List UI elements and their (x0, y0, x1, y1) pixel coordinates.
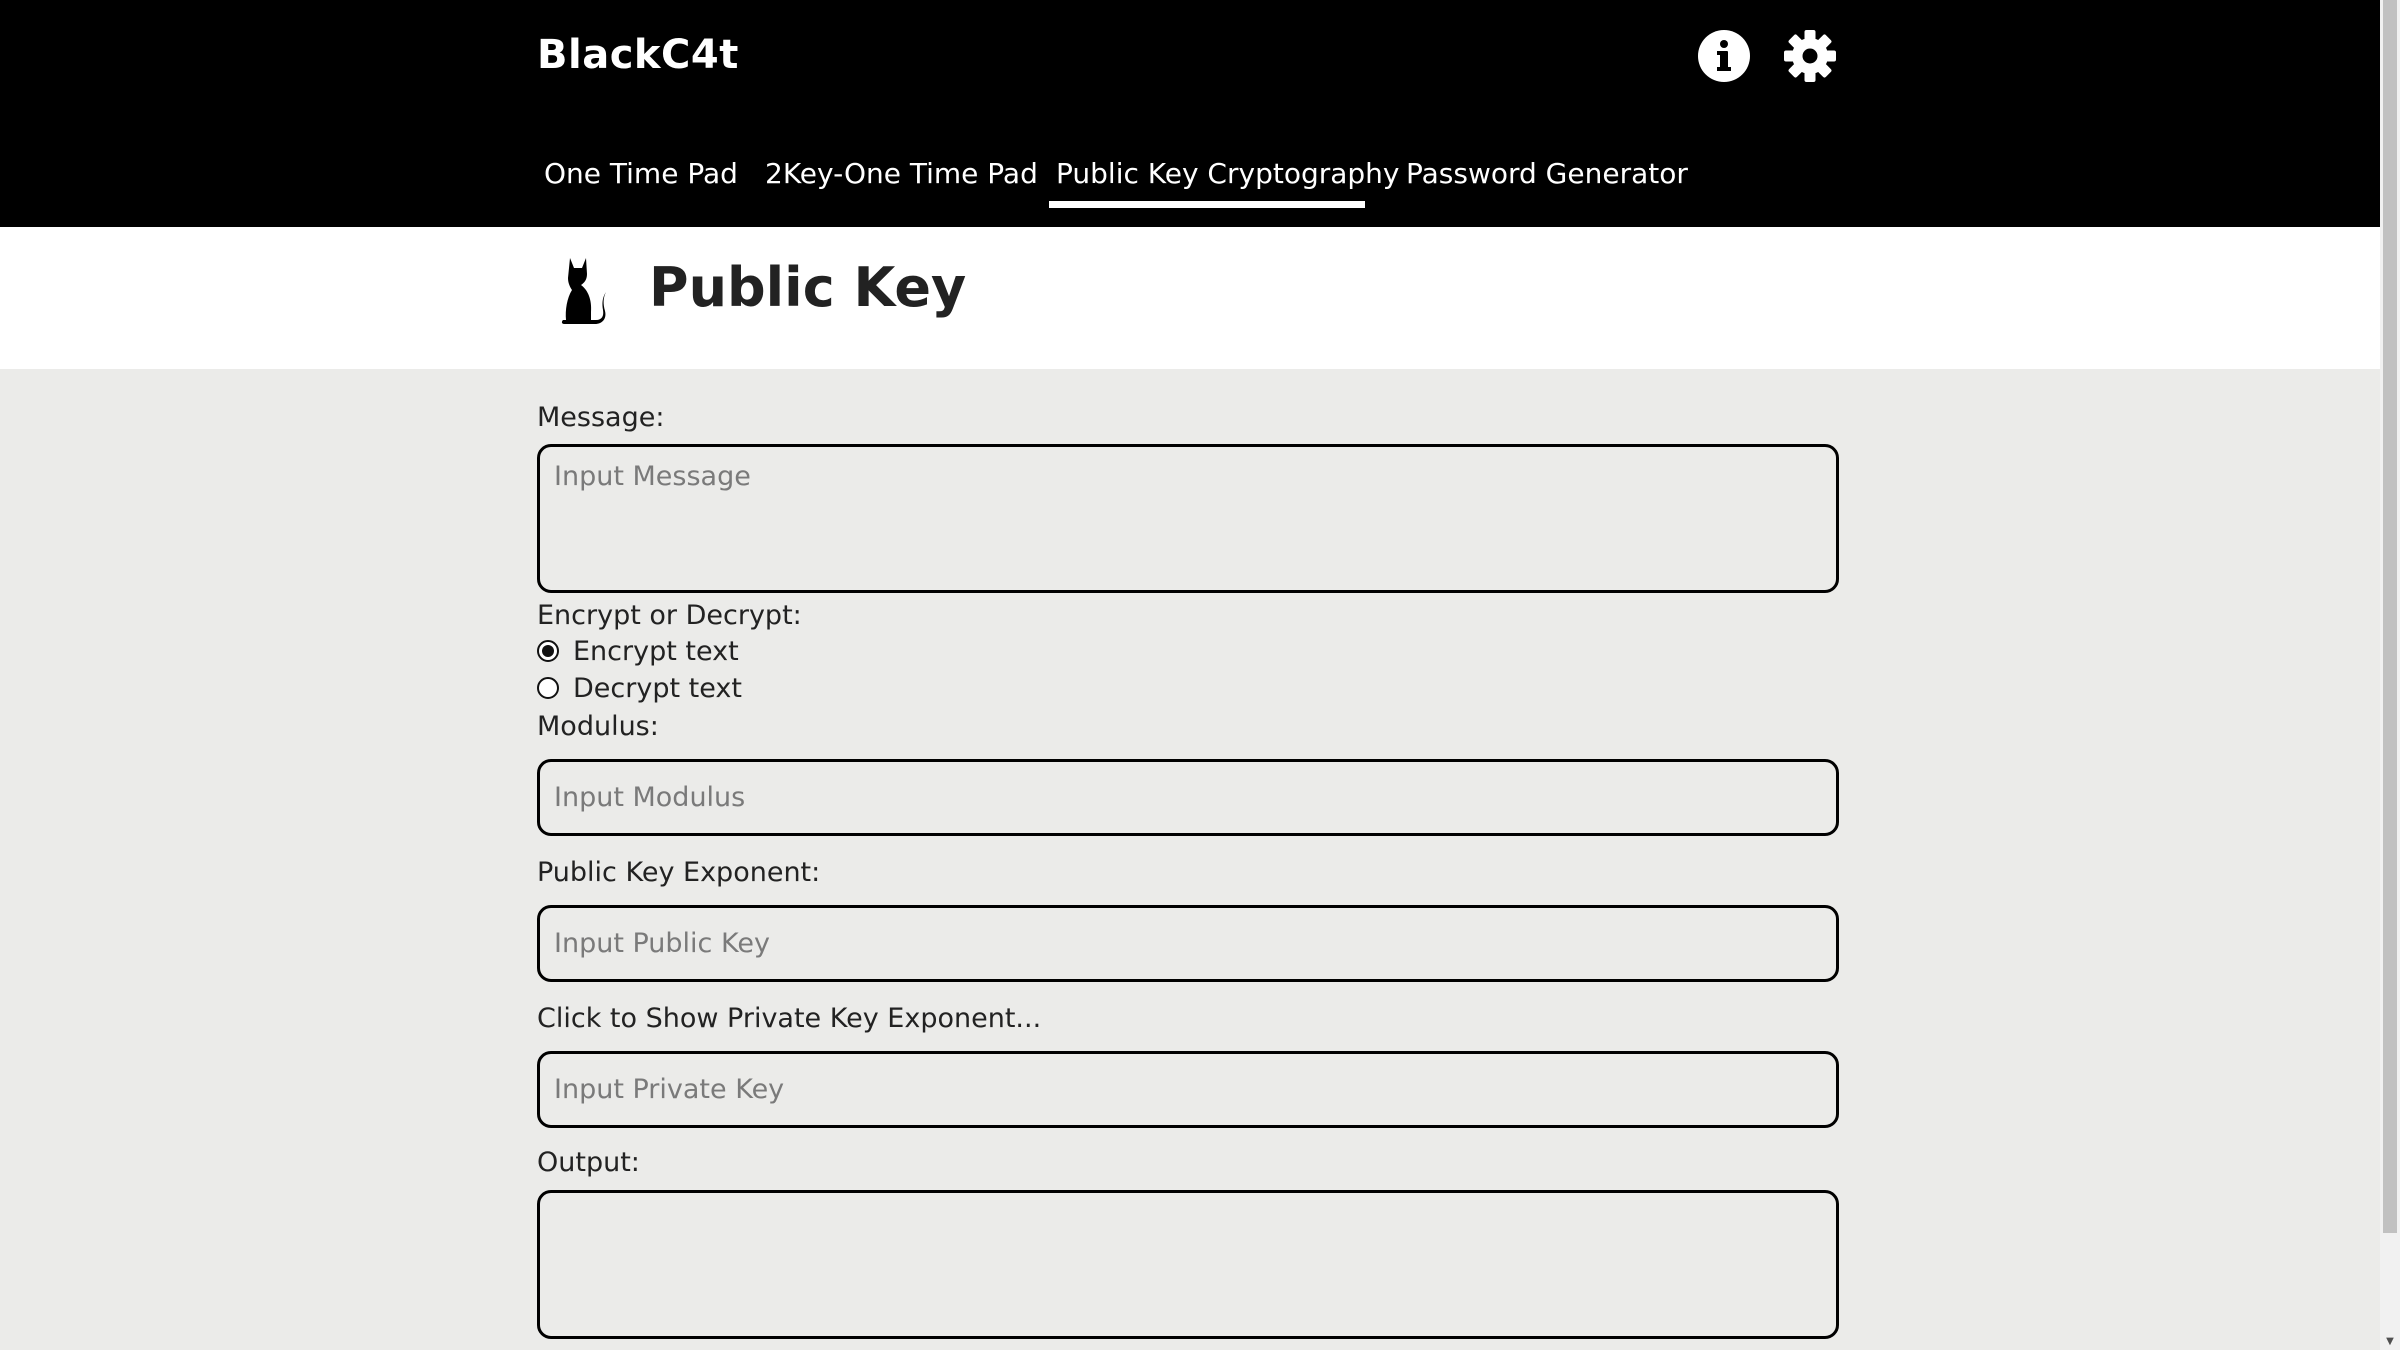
cat-icon (556, 254, 608, 324)
modulus-label: Modulus: (537, 711, 659, 742)
brand-title[interactable]: BlackC4t (537, 32, 739, 78)
top-header: BlackC4t One Time Pad 2Key-One Time Pad … (0, 0, 2380, 227)
info-icon[interactable] (1697, 29, 1751, 83)
page-scrollbar[interactable]: ▼ (2380, 0, 2400, 1350)
active-tab-indicator (1049, 201, 1365, 208)
page-title-band: Public Key (0, 227, 2380, 369)
private-key-input[interactable] (537, 1051, 1839, 1128)
tab-password-generator[interactable]: Password Generator (1406, 157, 1688, 190)
modulus-input[interactable] (537, 759, 1839, 836)
encrypt-radio[interactable] (537, 640, 559, 662)
show-private-key-toggle[interactable]: Click to Show Private Key Exponent... (537, 1003, 1041, 1034)
output-label: Output: (537, 1147, 640, 1178)
output-field[interactable] (537, 1190, 1839, 1339)
tab-public-key-cryptography[interactable]: Public Key Cryptography (1056, 157, 1399, 190)
encrypt-option[interactable]: Encrypt text (537, 634, 739, 668)
message-input[interactable] (537, 444, 1839, 593)
page-title: Public Key (649, 256, 967, 319)
message-label: Message: (537, 402, 665, 433)
decrypt-radio[interactable] (537, 677, 559, 699)
public-key-label: Public Key Exponent: (537, 857, 821, 888)
public-key-input[interactable] (537, 905, 1839, 982)
gear-icon[interactable] (1783, 29, 1837, 83)
scroll-down-arrow-icon[interactable]: ▼ (2380, 1336, 2400, 1348)
tab-one-time-pad[interactable]: One Time Pad (544, 157, 738, 190)
decrypt-radio-label[interactable]: Decrypt text (573, 673, 742, 704)
decrypt-option[interactable]: Decrypt text (537, 671, 742, 705)
tab-2key-one-time-pad[interactable]: 2Key-One Time Pad (765, 157, 1038, 190)
encrypt-radio-label[interactable]: Encrypt text (573, 636, 739, 667)
scrollbar-thumb[interactable] (2383, 0, 2397, 1233)
encrypt-decrypt-label: Encrypt or Decrypt: (537, 600, 802, 631)
